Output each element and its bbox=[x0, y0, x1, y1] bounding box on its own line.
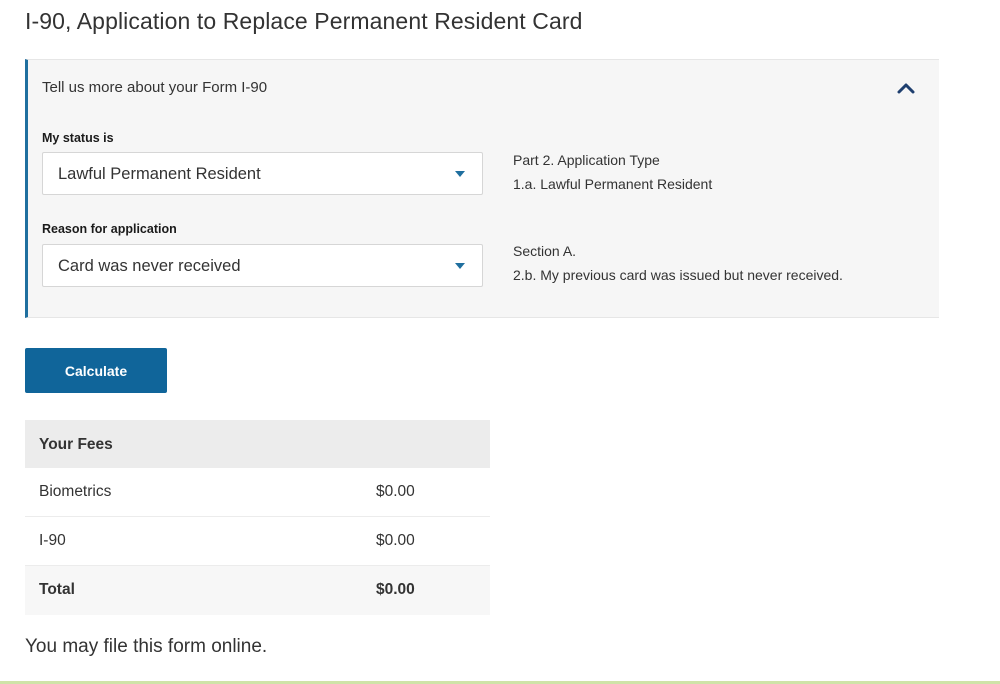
fees-header: Your Fees bbox=[25, 420, 490, 468]
fee-row-i90: I-90 $0.00 bbox=[25, 517, 490, 566]
status-select[interactable]: Lawful Permanent Resident bbox=[42, 152, 483, 195]
page: I-90, Application to Replace Permanent R… bbox=[0, 0, 1000, 684]
fee-amount: $0.00 bbox=[376, 483, 415, 500]
reason-note: Section A. 2.b. My previous card was iss… bbox=[513, 239, 843, 287]
status-label: My status is bbox=[42, 131, 114, 145]
status-note-line1: Part 2. Application Type bbox=[513, 152, 660, 168]
caret-down-icon bbox=[455, 263, 465, 269]
form-details-panel: Tell us more about your Form I-90 My sta… bbox=[25, 59, 939, 318]
reason-select-value: Card was never received bbox=[58, 257, 241, 275]
reason-label: Reason for application bbox=[42, 222, 177, 236]
fee-row-total: Total $0.00 bbox=[25, 566, 490, 615]
status-select-value: Lawful Permanent Resident bbox=[58, 165, 261, 183]
caret-down-icon bbox=[455, 171, 465, 177]
calculate-button[interactable]: Calculate bbox=[25, 348, 167, 393]
fee-name: Biometrics bbox=[39, 483, 112, 500]
chevron-up-icon[interactable] bbox=[895, 78, 917, 98]
fees-header-label: Your Fees bbox=[39, 436, 113, 453]
fee-name: I-90 bbox=[39, 532, 66, 549]
panel-header[interactable]: Tell us more about your Form I-90 bbox=[42, 79, 267, 96]
reason-note-line2: 2.b. My previous card was issued but nev… bbox=[513, 267, 843, 283]
fee-amount: $0.00 bbox=[376, 532, 415, 549]
status-note-line2: 1.a. Lawful Permanent Resident bbox=[513, 176, 713, 192]
page-title: I-90, Application to Replace Permanent R… bbox=[25, 8, 583, 34]
status-note: Part 2. Application Type 1.a. Lawful Per… bbox=[513, 148, 712, 196]
total-label: Total bbox=[39, 581, 75, 598]
file-online-text: You may file this form online. bbox=[25, 636, 268, 657]
reason-select[interactable]: Card was never received bbox=[42, 244, 483, 287]
fees-table: Your Fees Biometrics $0.00 I-90 $0.00 To… bbox=[25, 420, 490, 615]
total-amount: $0.00 bbox=[376, 581, 415, 598]
fee-row-biometrics: Biometrics $0.00 bbox=[25, 468, 490, 517]
reason-note-line1: Section A. bbox=[513, 243, 577, 259]
